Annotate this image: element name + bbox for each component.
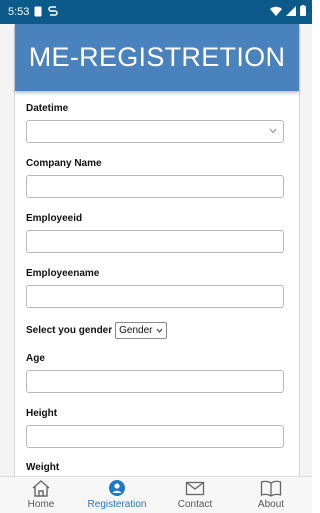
storage-icon bbox=[34, 6, 42, 20]
nav-registeration[interactable]: Registeration bbox=[78, 479, 156, 510]
home-icon bbox=[2, 479, 80, 499]
status-time: 5:53 bbox=[8, 6, 30, 18]
battery-icon bbox=[300, 5, 306, 16]
mail-icon bbox=[156, 479, 234, 499]
employeename-input[interactable] bbox=[26, 285, 284, 308]
employeename-label: Employeename bbox=[26, 268, 100, 279]
gender-label: Select you gender bbox=[26, 325, 113, 336]
registration-header: ME-REGISTRETION bbox=[15, 24, 299, 91]
status-bar: 5:53 bbox=[0, 0, 312, 24]
age-input[interactable] bbox=[26, 370, 284, 393]
gender-select-value: Gender bbox=[119, 325, 153, 336]
nav-about[interactable]: About bbox=[232, 479, 310, 510]
gender-select[interactable]: Gender bbox=[115, 322, 167, 339]
nav-contact[interactable]: Contact bbox=[156, 479, 234, 510]
nav-home[interactable]: Home bbox=[2, 479, 80, 510]
signal-icon bbox=[286, 5, 296, 16]
nav-contact-label: Contact bbox=[177, 499, 213, 510]
datetime-picker[interactable] bbox=[26, 120, 284, 143]
weight-label: Weight bbox=[26, 462, 60, 473]
datetime-label: Datetime bbox=[26, 103, 69, 114]
chevron-down-icon bbox=[156, 328, 162, 333]
height-input[interactable] bbox=[26, 425, 284, 448]
book-icon bbox=[232, 479, 310, 499]
height-label: Height bbox=[26, 408, 58, 419]
chevron-down-icon bbox=[269, 126, 277, 137]
bottom-nav: Home Registeration Contact About bbox=[0, 476, 312, 513]
scroll-content[interactable]: ME-REGISTRETION Datetime Company Name Em… bbox=[0, 24, 312, 476]
nav-about-label: About bbox=[257, 499, 285, 510]
company-name-label: Company Name bbox=[26, 158, 102, 169]
age-label: Age bbox=[26, 353, 45, 364]
employeeid-label: Employeeid bbox=[26, 213, 83, 224]
nav-home-label: Home bbox=[27, 499, 55, 510]
page-title: ME-REGISTRETION bbox=[28, 42, 286, 72]
sync-icon bbox=[48, 5, 58, 20]
status-indicators bbox=[270, 5, 306, 16]
employeeid-input[interactable] bbox=[26, 230, 284, 253]
registration-card: ME-REGISTRETION Datetime Company Name Em… bbox=[14, 24, 300, 476]
person-icon bbox=[78, 479, 156, 499]
nav-registeration-label: Registeration bbox=[87, 499, 147, 510]
gender-row: Select you gender Gender bbox=[26, 322, 167, 339]
company-name-input[interactable] bbox=[26, 175, 284, 198]
wifi-icon bbox=[270, 6, 282, 16]
